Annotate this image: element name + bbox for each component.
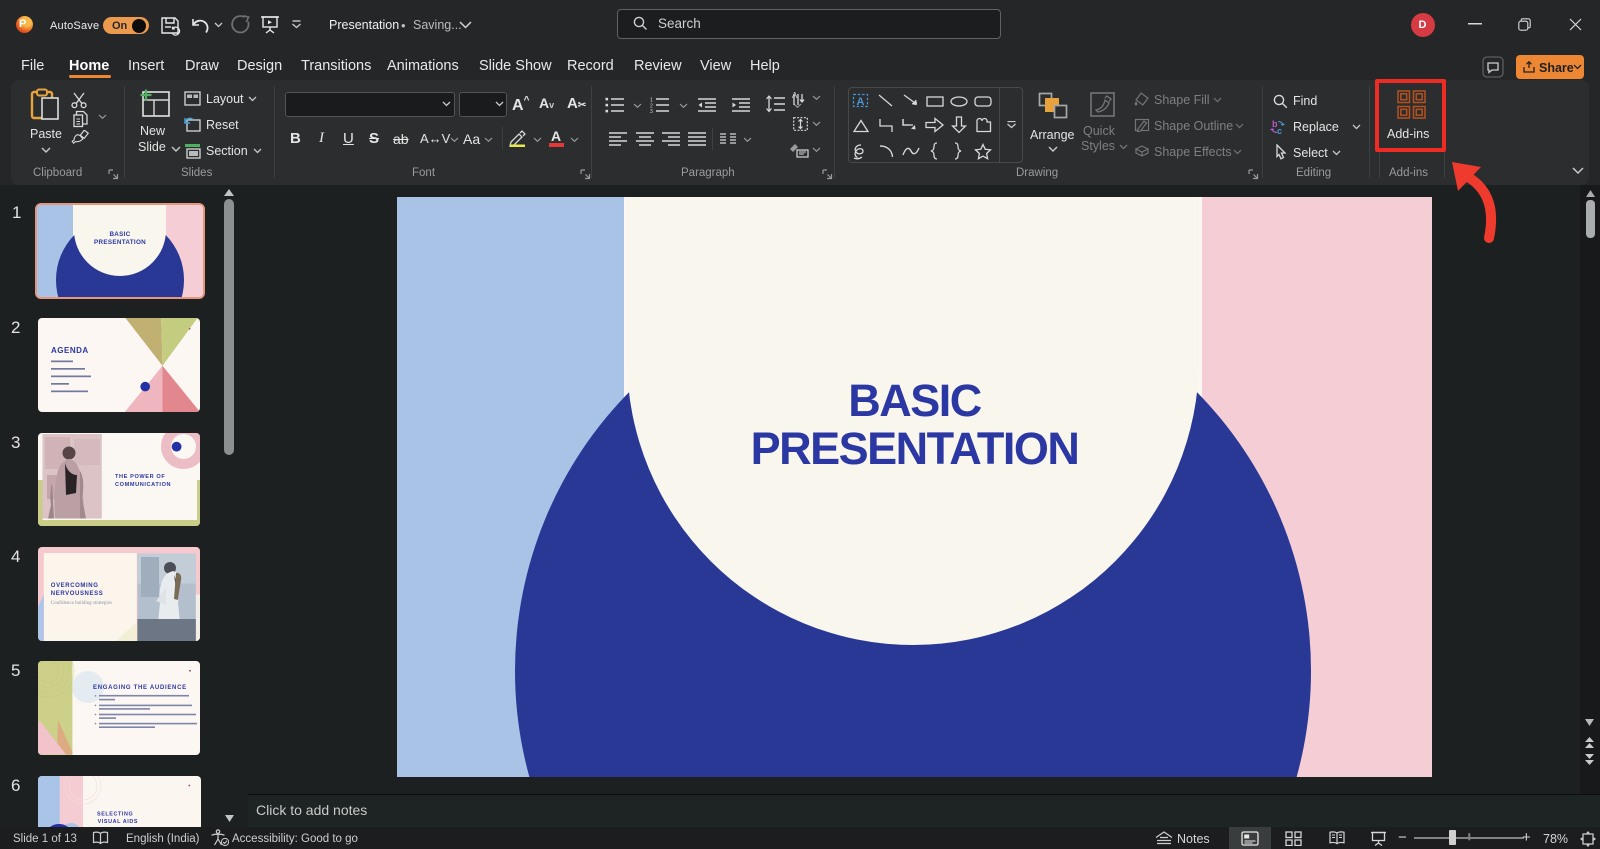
svg-text:ENGAGING THE AUDIENCE: ENGAGING THE AUDIENCE: [93, 685, 187, 691]
svg-text:3: 3: [650, 109, 653, 113]
svg-text:COMMUNICATION: COMMUNICATION: [115, 482, 171, 488]
svg-text:NERVOUSNESS: NERVOUSNESS: [51, 591, 104, 597]
svg-text:THE POWER OF: THE POWER OF: [115, 474, 165, 480]
svg-text:VISUAL AIDS: VISUAL AIDS: [98, 819, 138, 825]
svg-text:A: A: [792, 91, 798, 100]
svg-text:AGENDA: AGENDA: [51, 346, 89, 355]
svg-text:Confidence building strategies: Confidence building strategies: [51, 601, 112, 606]
svg-text:SELECTING: SELECTING: [97, 812, 133, 818]
svg-text:A: A: [857, 96, 865, 108]
svg-text:OVERCOMING: OVERCOMING: [51, 583, 99, 589]
svg-text:c: c: [1277, 126, 1282, 135]
